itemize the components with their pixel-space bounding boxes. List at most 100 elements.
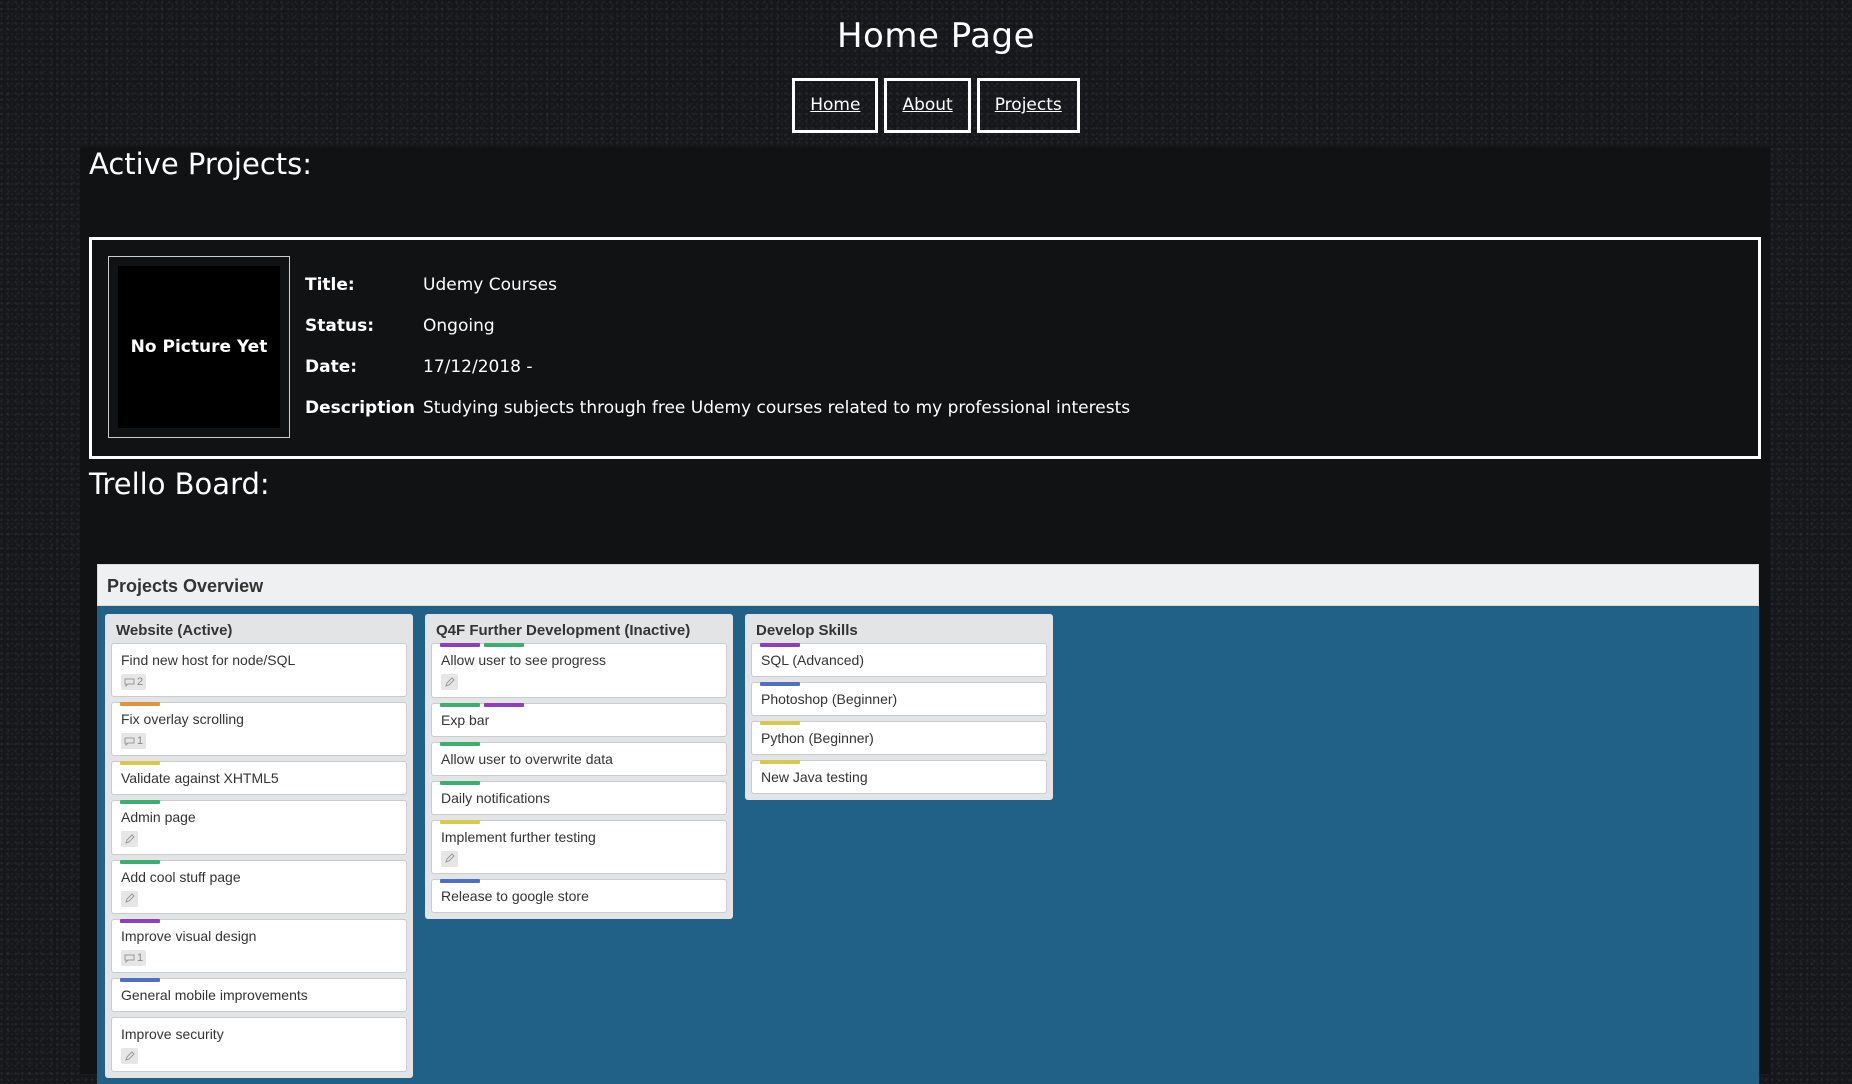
- card-label: [484, 643, 524, 647]
- card-label: [120, 978, 160, 982]
- description-icon: [124, 893, 135, 904]
- card-label: [120, 761, 160, 765]
- trello-card[interactable]: Find new host for node/SQL 2: [111, 643, 407, 697]
- board-lists: Website (Active) Find new host for node/S…: [105, 614, 1053, 1078]
- trello-card[interactable]: Photoshop (Beginner): [751, 682, 1047, 716]
- trello-heading: Trello Board:: [89, 467, 270, 501]
- card-label: [760, 760, 800, 764]
- card-labels: [120, 859, 160, 864]
- card-labels: [120, 978, 160, 982]
- card-title: Fix overlay scrolling: [121, 711, 244, 727]
- card-title: Improve visual design: [121, 928, 257, 944]
- card-title: SQL (Advanced): [761, 652, 864, 668]
- project-card: No Picture Yet Title: Udemy Courses Stat…: [89, 237, 1761, 459]
- card-labels: [760, 682, 800, 686]
- active-projects-heading: Active Projects:: [89, 147, 313, 181]
- project-status-label: Status:: [305, 315, 374, 336]
- card-labels: [120, 919, 160, 923]
- board-title[interactable]: Projects Overview: [97, 564, 1759, 606]
- project-title-row: Title: Udemy Courses: [305, 264, 1130, 305]
- card-label: [440, 643, 480, 647]
- nav-projects-link[interactable]: Projects: [976, 78, 1080, 133]
- trello-card[interactable]: Implement further testing: [431, 819, 727, 874]
- description-icon: [124, 833, 135, 845]
- card-label: [484, 702, 524, 707]
- card-title: Validate against XHTML5: [121, 770, 279, 786]
- card-title: Improve security: [121, 1026, 224, 1042]
- list-title[interactable]: Website (Active): [111, 614, 407, 643]
- nav-about-link[interactable]: About: [884, 78, 971, 133]
- trello-card[interactable]: Validate against XHTML5: [111, 761, 407, 795]
- card-label: [760, 643, 800, 647]
- trello-card[interactable]: New Java testing: [751, 760, 1047, 794]
- card-labels: [440, 702, 524, 707]
- card-labels: [440, 819, 480, 824]
- nav-home-link[interactable]: Home: [792, 78, 879, 133]
- trello-card[interactable]: Admin page: [111, 800, 407, 855]
- project-description-row: Description Studying subjects through fr…: [305, 387, 1130, 428]
- card-label: [120, 800, 160, 804]
- trello-list[interactable]: Website (Active) Find new host for node/S…: [105, 614, 413, 1078]
- trello-card[interactable]: Improve visual design 1: [111, 919, 407, 973]
- card-label: [120, 919, 160, 923]
- card-title: Release to google store: [441, 888, 589, 904]
- card-labels: [440, 643, 524, 647]
- card-title: Python (Beginner): [761, 730, 874, 746]
- trello-card[interactable]: Allow user to overwrite data: [431, 741, 727, 776]
- trello-card[interactable]: Allow user to see progress: [431, 643, 727, 698]
- project-info: Title: Udemy Courses Status: Ongoing Dat…: [305, 264, 1130, 428]
- card-label: [760, 721, 800, 725]
- card-labels: [440, 741, 480, 746]
- trello-card[interactable]: Python (Beginner): [751, 721, 1047, 755]
- trello-card[interactable]: Improve security: [111, 1017, 407, 1072]
- card-title: Find new host for node/SQL: [121, 652, 296, 668]
- card-badge: [121, 831, 138, 847]
- trello-card[interactable]: Add cool stuff page: [111, 859, 407, 914]
- card-title: Add cool stuff page: [121, 868, 241, 885]
- project-date-value: 17/12/2018 -: [423, 356, 533, 377]
- card-labels: [120, 761, 160, 765]
- card-labels: [440, 780, 480, 785]
- card-label: [760, 682, 800, 686]
- card-label: [440, 819, 480, 824]
- project-description-value: Studying subjects through free Udemy cou…: [423, 397, 1131, 418]
- card-badge: [121, 1048, 138, 1064]
- card-title: Allow user to overwrite data: [441, 750, 613, 767]
- card-label: [120, 702, 160, 706]
- project-description-label: Description: [305, 397, 415, 418]
- project-date-label: Date:: [305, 356, 358, 377]
- trello-card[interactable]: Daily notifications: [431, 780, 727, 815]
- picture-placeholder: No Picture Yet: [118, 266, 280, 428]
- card-title: Daily notifications: [441, 789, 550, 806]
- card-label: [440, 741, 480, 746]
- card-title: New Java testing: [761, 769, 868, 785]
- trello-board[interactable]: Projects Overview Website (Active) Find n…: [97, 564, 1759, 1084]
- trello-card[interactable]: SQL (Advanced): [751, 643, 1047, 677]
- card-title: General mobile improvements: [121, 987, 308, 1003]
- card-badge: 2: [121, 674, 147, 690]
- trello-card[interactable]: General mobile improvements: [111, 978, 407, 1012]
- badge-count: 1: [137, 952, 144, 964]
- content-panel: Active Projects: No Picture Yet Title: U…: [80, 147, 1770, 1084]
- card-title: Exp bar: [441, 711, 490, 728]
- card-badge: [121, 890, 138, 907]
- description-icon: [444, 676, 455, 688]
- list-cards: SQL (Advanced) Photoshop (Beginner) Python…: [751, 643, 1047, 794]
- trello-list[interactable]: Q4F Further Development (Inactive) Allow …: [425, 614, 733, 919]
- trello-card[interactable]: Fix overlay scrolling 1: [111, 702, 407, 756]
- project-title-value: Udemy Courses: [423, 274, 557, 295]
- trello-card[interactable]: Exp bar: [431, 702, 727, 737]
- main-nav: Home About Projects: [0, 78, 1852, 133]
- card-label: [440, 780, 480, 785]
- card-labels: [760, 760, 800, 764]
- trello-list[interactable]: Develop Skills SQL (Advanced) Photoshop (B…: [745, 614, 1053, 800]
- description-icon: [124, 1050, 135, 1062]
- card-label: [120, 859, 160, 864]
- card-title: Implement further testing: [441, 828, 596, 845]
- list-title[interactable]: Develop Skills: [751, 614, 1047, 643]
- trello-card[interactable]: Release to google store: [431, 879, 727, 913]
- page-title: Home Page: [836, 16, 1036, 56]
- comment-icon: [124, 737, 135, 746]
- list-title[interactable]: Q4F Further Development (Inactive): [431, 614, 727, 643]
- list-cards: Find new host for node/SQL 2 Fix overlay s…: [111, 643, 407, 1072]
